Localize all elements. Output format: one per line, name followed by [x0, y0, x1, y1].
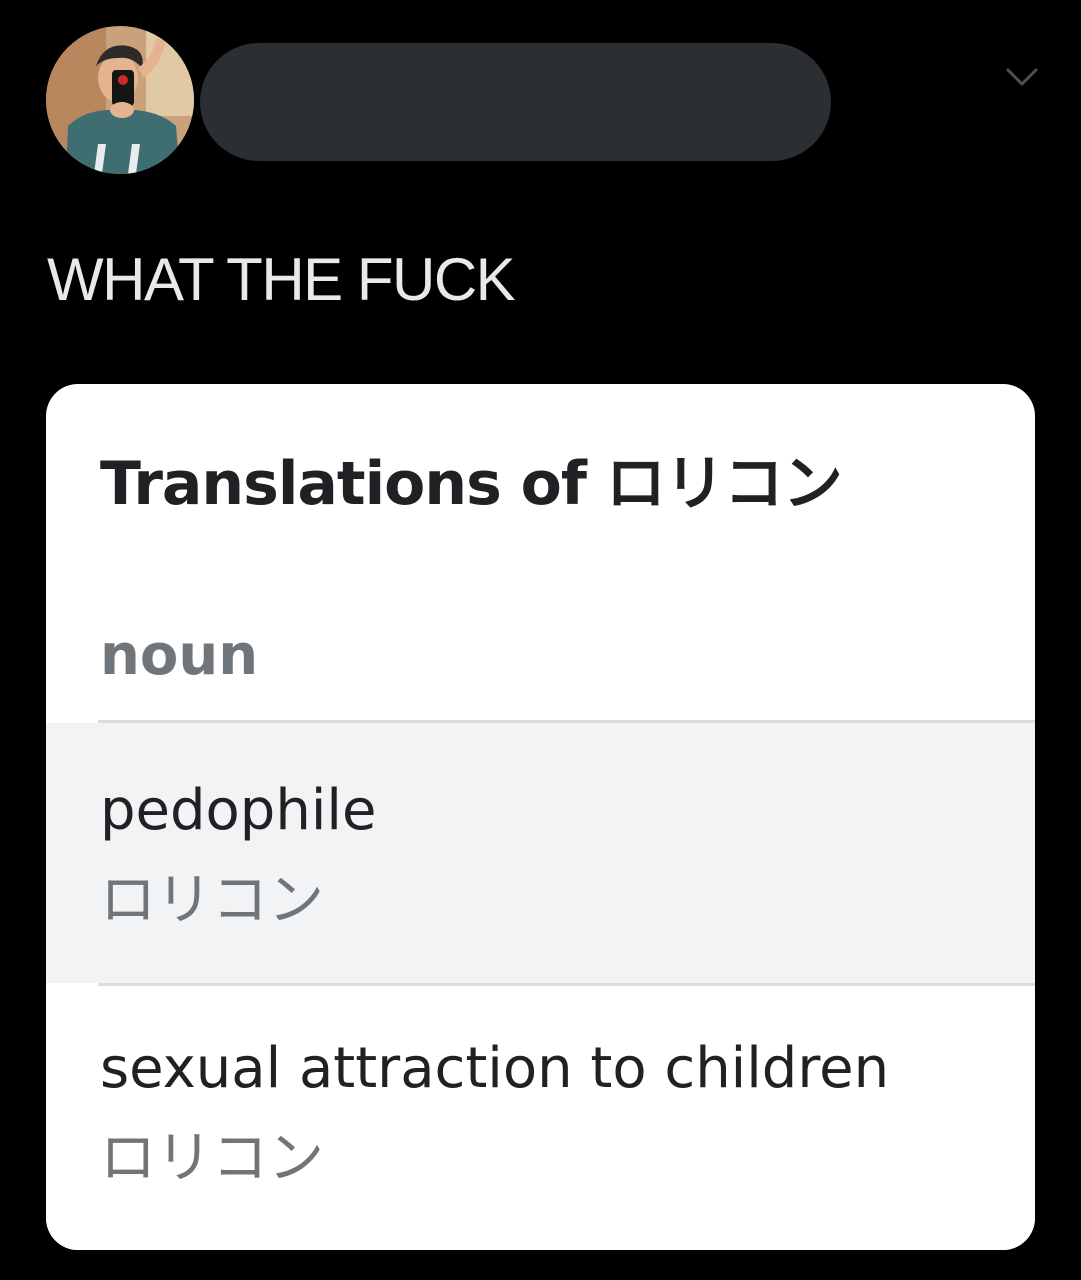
- chevron-down-icon[interactable]: [1004, 64, 1040, 88]
- profile-photo: [46, 26, 194, 174]
- translation-row[interactable]: sexual attraction to children ロリコン: [46, 986, 1035, 1250]
- avatar[interactable]: [46, 26, 194, 174]
- translation-word: sexual attraction to children: [100, 1036, 890, 1101]
- redacted-username: [200, 43, 831, 161]
- translation-word: pedophile: [100, 778, 377, 843]
- card-title: Translations of ロリコン: [100, 449, 843, 519]
- part-of-speech-label: noun: [100, 623, 259, 688]
- tweet-text: WHAT THE FUCK: [47, 246, 516, 313]
- reverse-translation: ロリコン: [100, 1126, 324, 1191]
- translation-row[interactable]: pedophile ロリコン: [46, 723, 1035, 983]
- reverse-translation: ロリコン: [100, 868, 324, 933]
- translation-card[interactable]: Translations of ロリコン noun pedophile ロリコン…: [46, 384, 1035, 1250]
